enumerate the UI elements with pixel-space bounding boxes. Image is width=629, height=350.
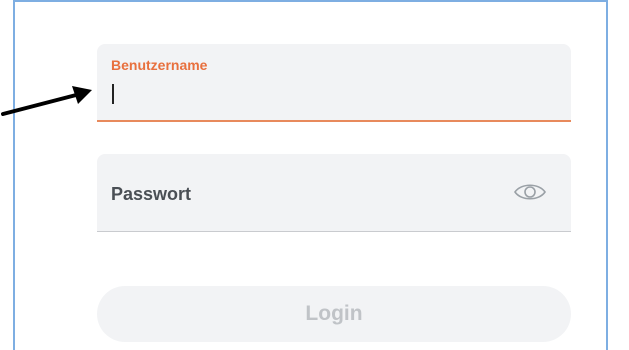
login-button[interactable]: Login [97,286,571,342]
arrow-icon [1,86,92,116]
password-placeholder: Passwort [111,184,192,204]
password-field[interactable]: Passwort [97,154,571,232]
username-label: Benutzername [111,57,208,73]
username-field[interactable]: Benutzername [97,44,571,122]
login-panel: Benutzername Passwort Login [13,0,608,350]
eye-icon[interactable] [513,180,547,204]
text-caret [112,84,114,104]
